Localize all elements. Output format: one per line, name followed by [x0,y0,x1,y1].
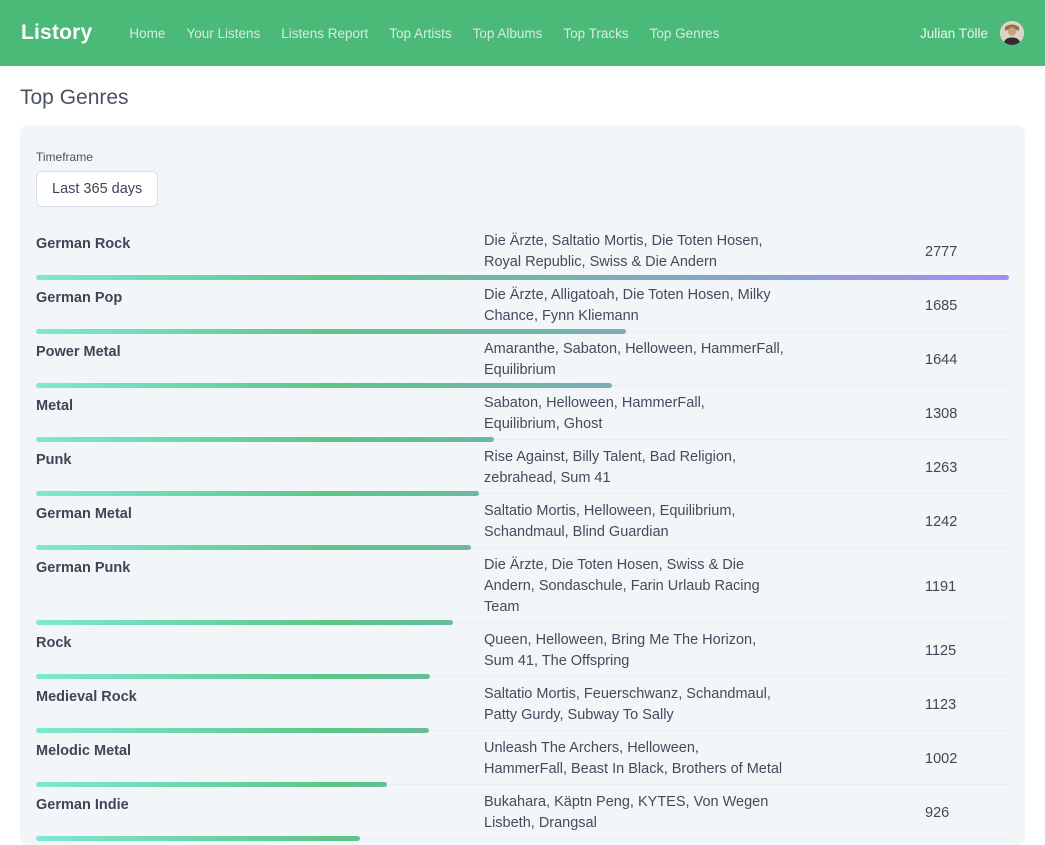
user-photo-icon [1000,21,1024,45]
nav-item-top-albums[interactable]: Top Albums [473,26,543,41]
genre-top-artists: Bukahara, Käptn Peng, KYTES, Von Wegen L… [484,792,784,834]
genre-listen-count: 1263 [784,460,1009,476]
genre-top-artists: Die Ärzte, Saltatio Mortis, Die Toten Ho… [484,231,784,273]
genre-listen-count: 1308 [784,406,1009,422]
genre-list: German Rock Die Ärzte, Saltatio Mortis, … [36,224,1009,839]
main-nav: Home Your Listens Listens Report Top Art… [129,26,920,41]
genre-top-artists: Unleash The Archers, Helloween, HammerFa… [484,738,784,780]
user-name: Julian Tölle [920,26,988,41]
genre-name: German Pop [36,285,484,327]
genre-row: Power Metal Amaranthe, Sabaton, Hellowee… [36,332,1009,386]
nav-item-listens-report[interactable]: Listens Report [281,26,368,41]
genre-name: German Punk [36,555,484,618]
genre-top-artists: Die Ärzte, Die Toten Hosen, Swiss & Die … [484,555,784,618]
genre-listen-count: 2777 [784,244,1009,260]
genre-top-artists: Sabaton, Helloween, HammerFall, Equilibr… [484,393,784,435]
genre-listen-count: 1242 [784,514,1009,530]
genre-listen-count: 926 [784,805,1009,821]
genre-name: German Rock [36,231,484,273]
genre-listen-count: 1123 [784,697,1009,713]
top-genres-page: Top Genres Timeframe Last 365 days Germa… [0,84,1045,845]
app-logo[interactable]: Listory [21,21,92,45]
genre-top-artists: Saltatio Mortis, Helloween, Equilibrium,… [484,501,784,543]
genre-progress-bar [36,836,360,841]
genre-listen-count: 1191 [784,579,1009,595]
genre-name: Rock [36,630,484,672]
app-header: Listory Home Your Listens Listens Report… [0,0,1045,66]
genre-row: German Rock Die Ärzte, Saltatio Mortis, … [36,224,1009,278]
nav-item-top-artists[interactable]: Top Artists [389,26,451,41]
page-title: Top Genres [20,84,1025,112]
genre-name: German Indie [36,792,484,834]
genre-name: Power Metal [36,339,484,381]
genre-top-artists: Die Ärzte, Alligatoah, Die Toten Hosen, … [484,285,784,327]
genre-row: Medieval Rock Saltatio Mortis, Feuerschw… [36,677,1009,731]
genre-row: Melodic Metal Unleash The Archers, Hello… [36,731,1009,785]
genre-listen-count: 1125 [784,643,1009,659]
genre-name: Melodic Metal [36,738,484,780]
genre-row: German Metal Saltatio Mortis, Helloween,… [36,494,1009,548]
genre-row: Rock Queen, Helloween, Bring Me The Hori… [36,623,1009,677]
genre-row: German Pop Die Ärzte, Alligatoah, Die To… [36,278,1009,332]
genre-name: Metal [36,393,484,435]
genre-top-artists: Amaranthe, Sabaton, Helloween, HammerFal… [484,339,784,381]
genre-row: Punk Rise Against, Billy Talent, Bad Rel… [36,440,1009,494]
genre-name: Punk [36,447,484,489]
genre-name: German Metal [36,501,484,543]
genre-top-artists: Saltatio Mortis, Feuerschwanz, Schandmau… [484,684,784,726]
genre-listen-count: 1002 [784,751,1009,767]
user-area: Julian Tölle [920,21,1024,45]
nav-item-top-tracks[interactable]: Top Tracks [563,26,628,41]
genre-row: German Punk Die Ärzte, Die Toten Hosen, … [36,548,1009,623]
nav-item-home[interactable]: Home [129,26,165,41]
genre-top-artists: Queen, Helloween, Bring Me The Horizon, … [484,630,784,672]
genre-row: German Indie Bukahara, Käptn Peng, KYTES… [36,785,1009,839]
genre-top-artists: Rise Against, Billy Talent, Bad Religion… [484,447,784,489]
timeframe-select[interactable]: Last 365 days [36,171,158,207]
genre-name: Medieval Rock [36,684,484,726]
timeframe-label: Timeframe [36,150,1009,164]
genres-panel: Timeframe Last 365 days German Rock Die … [20,125,1025,845]
nav-item-your-listens[interactable]: Your Listens [186,26,260,41]
genre-listen-count: 1644 [784,352,1009,368]
genre-row: Metal Sabaton, Helloween, HammerFall, Eq… [36,386,1009,440]
user-avatar[interactable] [1000,21,1024,45]
genre-listen-count: 1685 [784,298,1009,314]
nav-item-top-genres[interactable]: Top Genres [650,26,720,41]
